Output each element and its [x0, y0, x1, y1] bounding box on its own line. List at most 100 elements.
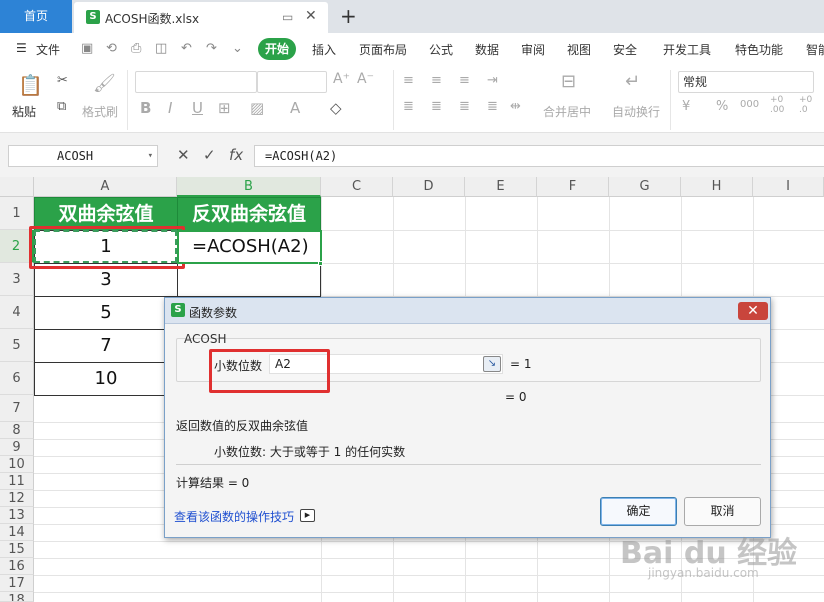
cancel-formula-icon[interactable]: ✕ — [177, 146, 190, 164]
fill-handle[interactable] — [318, 261, 323, 266]
export-icon[interactable]: ⟲ — [106, 41, 117, 56]
menu-special-features[interactable]: 特色功能 — [735, 41, 783, 58]
menu-smart[interactable]: 智能 — [806, 41, 824, 58]
number-format-select[interactable]: 常规 — [678, 71, 814, 93]
undo-icon[interactable]: ↶ — [181, 41, 192, 56]
row-header-17[interactable]: 17 — [0, 575, 34, 592]
row-header-16[interactable]: 16 — [0, 558, 34, 575]
column-header-a[interactable]: A — [34, 177, 177, 197]
chevron-down-icon[interactable]: ▾ — [148, 146, 153, 166]
menu-insert[interactable]: 插入 — [312, 41, 336, 58]
merge-center-icon[interactable]: ⊟ — [561, 71, 576, 92]
column-header-b[interactable]: B — [177, 177, 321, 197]
font-shrink-icon[interactable]: A⁻ — [357, 71, 374, 87]
underline-icon[interactable]: U — [192, 99, 203, 117]
function-tips-link[interactable]: 查看该函数的操作技巧 — [174, 508, 294, 525]
monitor-icon[interactable]: ▭ — [282, 10, 293, 24]
font-family-select[interactable] — [135, 71, 257, 93]
cell-a5[interactable]: 7 — [34, 329, 178, 363]
name-box[interactable]: ACOSH ▾ — [8, 145, 158, 167]
currency-icon[interactable]: ¥ — [682, 99, 690, 114]
row-header-7[interactable]: 7 — [0, 395, 34, 422]
confirm-formula-icon[interactable]: ✓ — [203, 146, 216, 164]
row-header-14[interactable]: 14 — [0, 524, 34, 541]
clear-format-icon[interactable]: ◇ — [330, 99, 342, 117]
quick-access-dropdown-icon[interactable]: ⌄ — [232, 41, 243, 56]
video-icon[interactable]: ▶ — [300, 509, 315, 522]
column-header-f[interactable]: F — [537, 177, 609, 197]
row-header-5[interactable]: 5 — [0, 329, 34, 362]
menu-view[interactable]: 视图 — [567, 41, 591, 58]
menu-review[interactable]: 审阅 — [521, 41, 545, 58]
row-header-8[interactable]: 8 — [0, 422, 34, 439]
redo-icon[interactable]: ↷ — [206, 41, 217, 56]
distributed-align-icon[interactable]: ⇹ — [510, 99, 521, 114]
ok-button[interactable]: 确定 — [600, 497, 677, 526]
new-tab-button[interactable]: + — [340, 4, 357, 28]
insert-function-icon[interactable]: fx — [229, 146, 243, 164]
increase-decimal-icon[interactable]: +0 .00 — [770, 95, 790, 115]
row-header-18[interactable]: 18 — [0, 592, 34, 602]
cell-a6[interactable]: 10 — [34, 362, 178, 396]
row-header-6[interactable]: 6 — [0, 362, 34, 395]
tab-document[interactable]: S ACOSH函数.xlsx ▭ ✕ — [74, 2, 328, 33]
formula-input[interactable]: =ACOSH(A2) — [254, 145, 824, 167]
row-header-11[interactable]: 11 — [0, 473, 34, 490]
cell-a4[interactable]: 5 — [34, 296, 178, 330]
menu-page-layout[interactable]: 页面布局 — [359, 41, 407, 58]
print-preview-icon[interactable]: ◫ — [155, 41, 167, 56]
bold-icon[interactable]: B — [140, 99, 151, 117]
align-middle-icon[interactable]: ≡ — [431, 73, 442, 88]
row-header-15[interactable]: 15 — [0, 541, 34, 558]
cancel-button[interactable]: 取消 — [684, 497, 761, 526]
column-header-c[interactable]: C — [321, 177, 393, 197]
menu-data[interactable]: 数据 — [475, 41, 499, 58]
row-header-1[interactable]: 1 — [0, 197, 34, 230]
dialog-titlebar[interactable]: S 函数参数 — [165, 298, 770, 324]
menu-formulas[interactable]: 公式 — [429, 41, 453, 58]
column-header-h[interactable]: H — [681, 177, 753, 197]
paste-button[interactable]: 粘贴 — [12, 103, 36, 120]
wrap-text-icon[interactable]: ↵ — [625, 71, 640, 92]
font-grow-icon[interactable]: A⁺ — [333, 71, 350, 87]
row-header-13[interactable]: 13 — [0, 507, 34, 524]
row-header-12[interactable]: 12 — [0, 490, 34, 507]
print-icon[interactable]: ⎙ — [131, 41, 141, 56]
font-size-select[interactable] — [257, 71, 327, 93]
column-header-i[interactable]: I — [753, 177, 824, 197]
cell-b1-header[interactable]: 反双曲余弦值 — [177, 197, 321, 231]
save-icon[interactable]: ▣ — [81, 41, 93, 56]
fill-color-icon[interactable]: ▨ — [250, 99, 264, 117]
range-picker-icon[interactable]: ↘ — [483, 356, 501, 372]
hamburger-icon[interactable]: ☰ — [16, 41, 27, 55]
merge-center-button[interactable]: 合并居中 — [543, 103, 591, 120]
font-color-icon[interactable]: A — [290, 99, 300, 117]
borders-icon[interactable]: ⊞ — [218, 99, 231, 117]
indent-icon[interactable]: ⇥ — [487, 73, 498, 88]
select-all-corner[interactable] — [0, 177, 34, 197]
tab-close-button[interactable]: ✕ — [305, 8, 317, 24]
cut-icon[interactable]: ✂ — [57, 73, 68, 88]
row-header-10[interactable]: 10 — [0, 456, 34, 473]
align-top-icon[interactable]: ≡ — [403, 73, 414, 88]
column-header-g[interactable]: G — [609, 177, 681, 197]
copy-icon[interactable]: ⧉ — [57, 99, 66, 114]
menu-security[interactable]: 安全 — [613, 41, 637, 58]
cell-b2-active[interactable]: =ACOSH(A2) — [177, 230, 322, 264]
tab-home[interactable]: 首页 — [0, 0, 72, 33]
thousands-separator-icon[interactable]: 000 — [740, 99, 759, 110]
justify-icon[interactable]: ≣ — [487, 99, 498, 114]
menu-developer[interactable]: 开发工具 — [663, 41, 711, 58]
menu-file[interactable]: 文件 — [36, 41, 60, 58]
align-right-icon[interactable]: ≣ — [459, 99, 470, 114]
column-header-d[interactable]: D — [393, 177, 465, 197]
column-header-e[interactable]: E — [465, 177, 537, 197]
decrease-decimal-icon[interactable]: +0 .0 — [799, 95, 819, 115]
menu-tab-home[interactable]: 开始 — [258, 38, 296, 60]
wrap-text-button[interactable]: 自动换行 — [612, 103, 660, 120]
italic-icon[interactable]: I — [168, 99, 172, 117]
cell-b3[interactable] — [177, 263, 321, 297]
percent-icon[interactable]: % — [716, 99, 728, 114]
paste-icon[interactable]: 📋 — [18, 73, 43, 97]
row-header-4[interactable]: 4 — [0, 296, 34, 329]
